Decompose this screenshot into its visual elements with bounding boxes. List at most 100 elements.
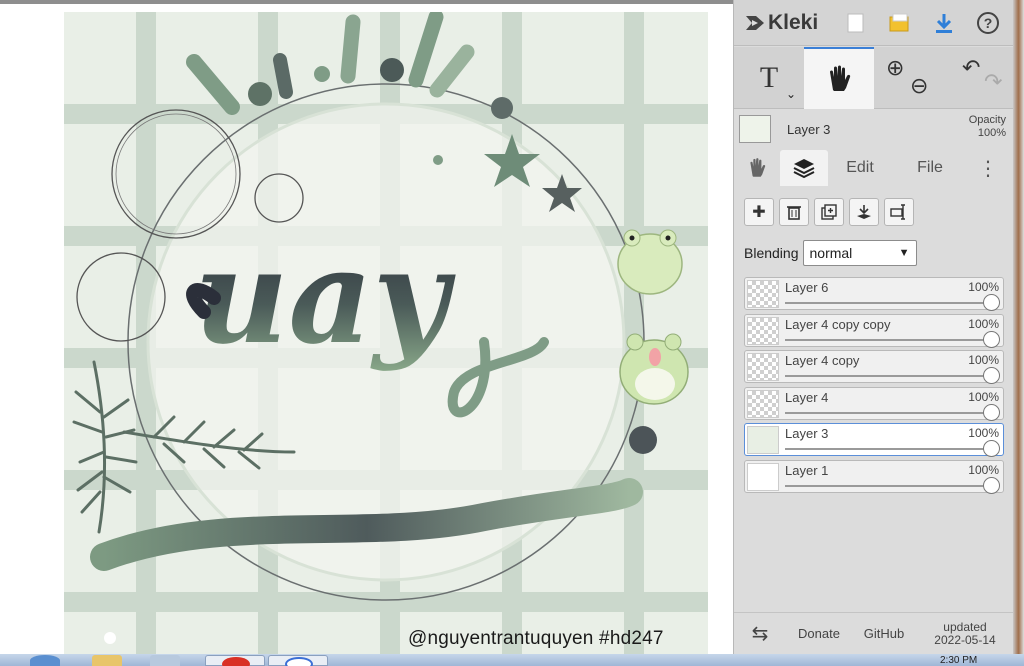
zoom-buttons: ⊕ ⊖ (874, 47, 944, 109)
layer-item[interactable]: Layer 6 100% (744, 277, 1004, 311)
background-window-edge (1013, 0, 1024, 654)
layer-thumbnail (747, 353, 779, 381)
chrome-icon (222, 657, 250, 666)
current-layer-thumbnail (739, 115, 771, 143)
folder-icon (889, 13, 909, 31)
browser-icon (285, 657, 313, 666)
drawing-canvas[interactable]: uay @nguyentrantuquyen #hd247 (0, 0, 733, 654)
more-menu-icon[interactable]: ⋮ (968, 150, 1008, 186)
download-icon (936, 13, 952, 33)
layer-name: Layer 6 (785, 280, 829, 295)
current-layer-info: Layer 3 Opacity 100% (734, 110, 1014, 148)
layer-name: Layer 4 copy (785, 353, 860, 368)
undo-icon[interactable]: ↶ (962, 55, 980, 81)
opacity-slider-handle[interactable] (983, 403, 1000, 421)
opacity-slider-handle[interactable] (983, 367, 1000, 384)
layer-name: Layer 1 (785, 462, 829, 478)
layer-opacity: 100% (968, 462, 999, 477)
tab-file[interactable]: File (892, 150, 968, 186)
side-panel: Kleki ? T ⌄ ⊕ ⊖ ↶ ↷ Layer 3 Opacity 100%… (733, 0, 1014, 655)
help-icon: ? (977, 11, 999, 34)
duplicate-icon (821, 204, 837, 220)
opacity-slider-track[interactable] (785, 302, 991, 304)
chevron-down-icon: ▼ (898, 247, 910, 259)
new-image-button[interactable] (834, 0, 878, 46)
opacity-slider-track[interactable] (785, 375, 991, 377)
layer-thumbnail (747, 316, 779, 345)
opacity-slider-handle[interactable] (983, 440, 1000, 457)
current-layer-opacity: Opacity 100% (968, 114, 1006, 139)
hand-tool-button[interactable] (804, 47, 874, 109)
updated-date: 2022-05-14 (934, 632, 996, 647)
layer-item-selected[interactable]: Layer 3 100% (744, 423, 1004, 457)
kleki-logo-icon (746, 15, 764, 30)
layer-name: Layer 4 copy copy (785, 316, 891, 332)
tab-hand[interactable] (734, 150, 780, 186)
redo-icon[interactable]: ↷ (984, 69, 1002, 95)
tab-edit[interactable]: Edit (828, 150, 892, 186)
taskbar-app-explorer[interactable] (92, 655, 122, 666)
taskbar-app-browser[interactable] (268, 655, 328, 666)
duplicate-layer-button[interactable] (814, 198, 844, 226)
kleki-logo[interactable]: Kleki (734, 0, 834, 46)
blending-row: Blending normal ▼ (744, 240, 917, 266)
layer-name: Layer 3 (785, 426, 829, 441)
opacity-slider-track[interactable] (785, 448, 991, 450)
watermark-text: @nguyentrantuquyen #hd247 (408, 628, 664, 649)
layer-opacity: 100% (968, 316, 999, 331)
panel-tabs: Edit File ⋮ (734, 150, 1014, 186)
opacity-slider-handle[interactable] (983, 294, 1000, 311)
chevron-down-icon[interactable]: ⌄ (786, 87, 796, 101)
blending-value: normal (809, 245, 853, 261)
opacity-slider-track[interactable] (785, 411, 991, 414)
zoom-out-icon[interactable]: ⊖ (910, 73, 928, 99)
hand-icon (750, 158, 766, 177)
app-window: uay @nguyentrantuquyen #hd247 Kleki ? T … (0, 0, 1024, 666)
opacity-slider-track[interactable] (785, 338, 991, 341)
layer-item[interactable]: Layer 4 100% (744, 386, 1004, 421)
save-image-button[interactable] (922, 0, 966, 46)
opacity-slider-handle[interactable] (983, 330, 1000, 348)
taskbar-app-media[interactable] (150, 655, 180, 666)
add-layer-button[interactable]: ✚ (744, 198, 774, 226)
svg-text:?: ? (984, 15, 993, 31)
layer-name: Layer 4 (785, 389, 829, 405)
layers-icon (793, 159, 815, 179)
layer-item[interactable]: Layer 4 copy copy 100% (744, 313, 1004, 348)
zoom-in-icon[interactable]: ⊕ (886, 55, 904, 81)
start-button-icon[interactable] (30, 655, 60, 666)
layer-opacity: 100% (968, 426, 999, 440)
layer-thumbnail (747, 462, 779, 491)
layer-thumbnail (747, 426, 779, 454)
blending-select[interactable]: normal ▼ (802, 240, 917, 266)
opacity-slider-track[interactable] (785, 484, 991, 487)
layer-item[interactable]: Layer 4 copy 100% (744, 350, 1004, 384)
layer-actions: ✚ (744, 198, 914, 226)
hand-icon (830, 65, 851, 91)
text-tool-button[interactable]: T ⌄ (734, 47, 804, 109)
layer-opacity: 100% (968, 280, 999, 294)
github-link[interactable]: GitHub (852, 613, 916, 655)
tab-layers[interactable] (780, 150, 828, 186)
art-lettering: uay (194, 220, 456, 373)
rename-layer-button[interactable] (884, 198, 914, 226)
updated-info[interactable]: updated 2022-05-14 (916, 613, 1014, 655)
delete-layer-button[interactable] (779, 198, 809, 226)
layer-thumbnail (747, 389, 779, 418)
merge-down-button[interactable] (849, 198, 879, 226)
open-image-button[interactable] (878, 0, 922, 46)
help-button[interactable]: ? (966, 0, 1010, 46)
swap-side-button[interactable]: ⇆ (734, 613, 786, 655)
taskbar-app-chrome[interactable] (205, 655, 265, 666)
layer-list: Layer 6 100% Layer 4 copy copy 100% Laye… (744, 277, 1004, 496)
current-layer-name: Layer 3 (787, 121, 831, 137)
opacity-slider-handle[interactable] (983, 476, 1000, 494)
plus-icon: ✚ (752, 204, 766, 221)
layers-pane: ✚ Blending normal ▼ Layer 6 100% Layer 4… (734, 186, 1014, 606)
undo-redo-buttons: ↶ ↷ (944, 47, 1014, 109)
layer-item[interactable]: Layer 1 100% (744, 459, 1004, 494)
donate-link[interactable]: Donate (786, 613, 852, 655)
artwork: uay (64, 12, 708, 654)
taskbar-clock: 2:30 PM (940, 655, 978, 666)
taskbar (0, 654, 1024, 666)
